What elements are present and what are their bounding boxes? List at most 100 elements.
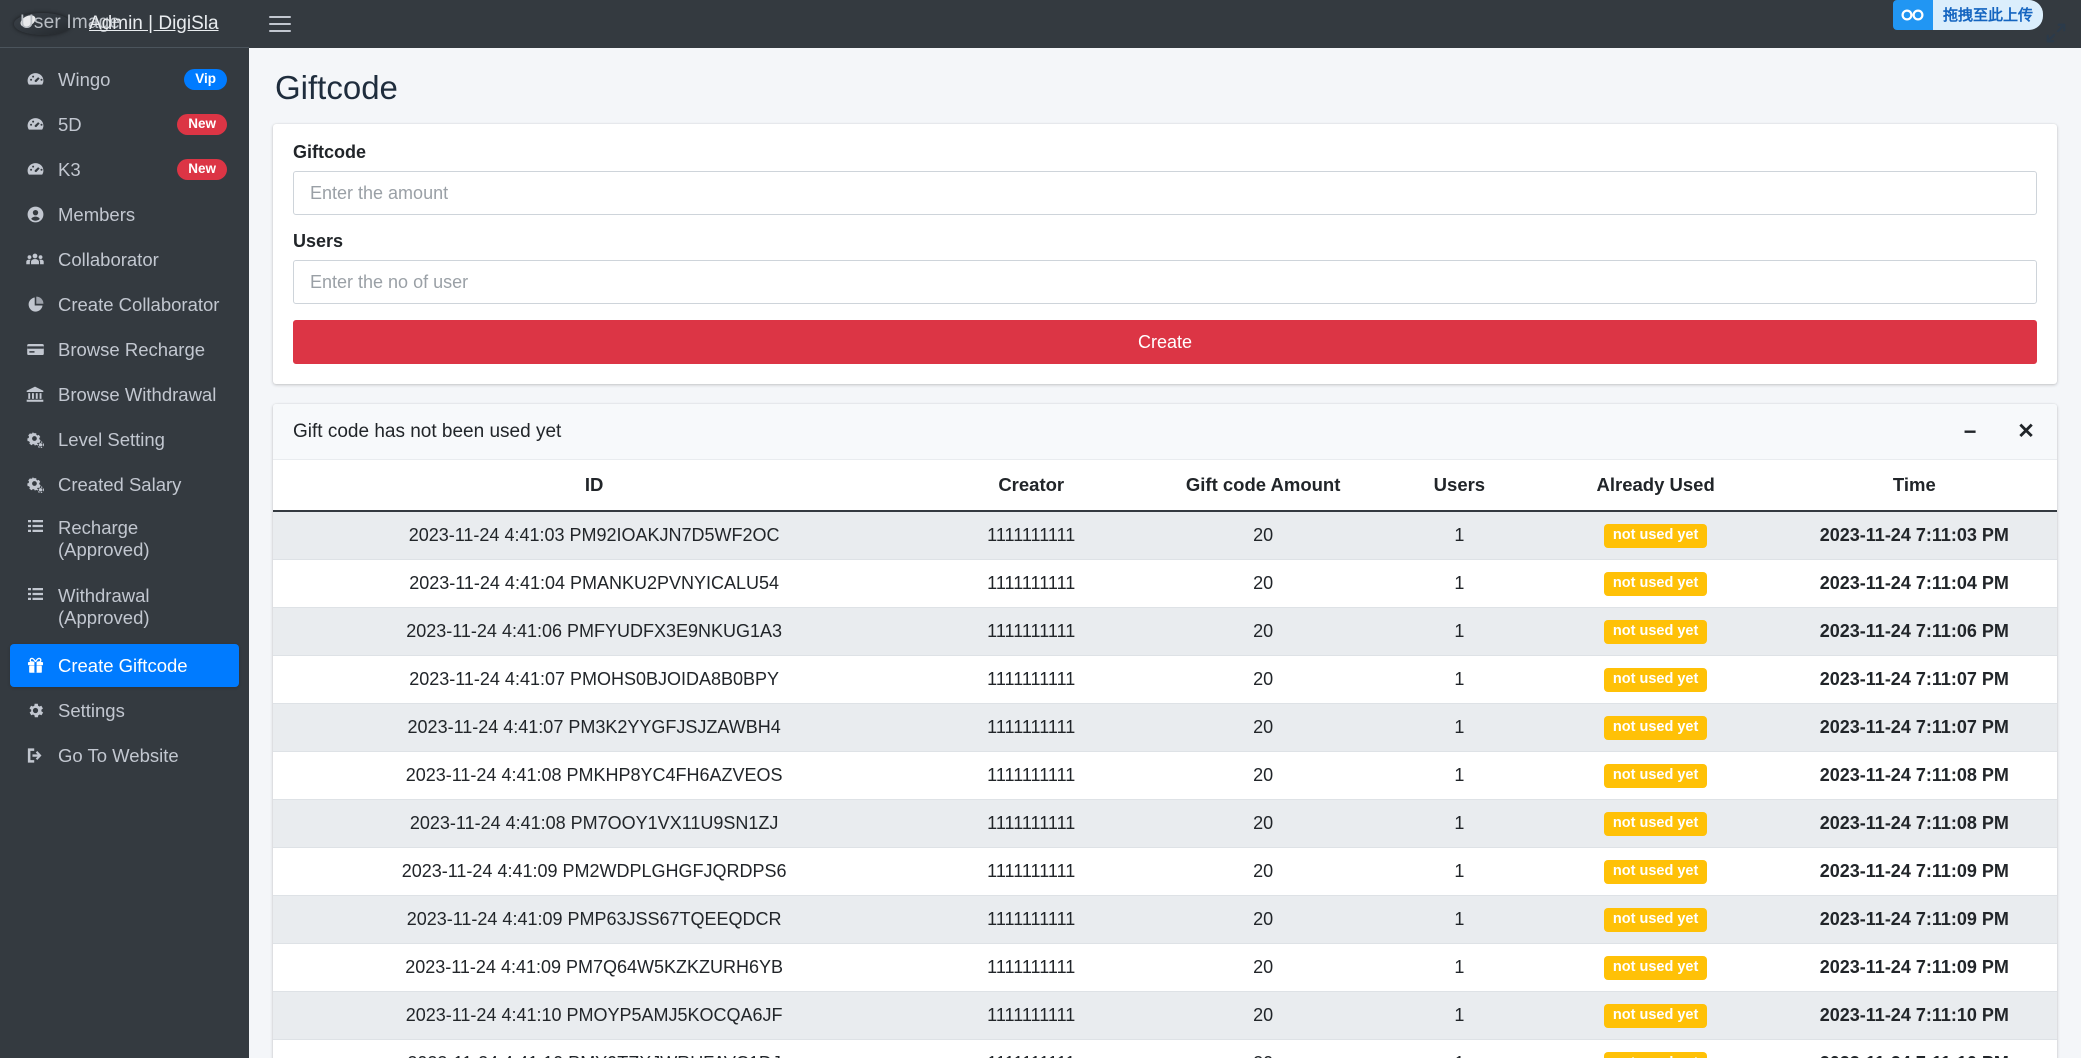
cell-creator: 1111111111 xyxy=(915,895,1147,943)
cell-id: 2023-11-24 4:41:10 PMY9TZXJWRUFAVC1DJ xyxy=(273,1039,915,1058)
cell-already-used: not used yet xyxy=(1540,656,1772,704)
create-button[interactable]: Create xyxy=(293,320,2037,364)
sidebar-badge-new: New xyxy=(177,159,227,180)
giftcode-input[interactable] xyxy=(293,171,2037,215)
sidebar-item-level-setting[interactable]: Level Setting xyxy=(10,418,239,461)
cell-users: 1 xyxy=(1379,991,1540,1039)
sidebar-item-create-collaborator[interactable]: Create Collaborator xyxy=(10,283,239,326)
cell-already-used: not used yet xyxy=(1540,847,1772,895)
brand-title: Admin | DigiSla xyxy=(89,13,219,35)
users-label: Users xyxy=(293,231,2037,252)
card-title: Gift code has not been used yet xyxy=(293,421,1959,443)
table-row: 2023-11-24 4:41:10 PMY9TZXJWRUFAVC1DJ111… xyxy=(273,1039,2057,1058)
status-badge: not used yet xyxy=(1604,860,1707,884)
upload-chip-label: 拖拽至此上传 xyxy=(1933,0,2043,30)
cell-already-used: not used yet xyxy=(1540,560,1772,608)
minus-icon[interactable]: − xyxy=(1959,421,1981,443)
cell-time: 2023-11-24 7:11:09 PM xyxy=(1772,847,2057,895)
cell-users: 1 xyxy=(1379,751,1540,799)
cell-time: 2023-11-24 7:11:04 PM xyxy=(1772,560,2057,608)
cell-already-used: not used yet xyxy=(1540,751,1772,799)
sidebar-item-browse-recharge[interactable]: Browse Recharge xyxy=(10,328,239,371)
sidebar-item-withdrawal-approved[interactable]: Withdrawal (Approved) xyxy=(10,576,239,642)
table-row: 2023-11-24 4:41:09 PMP63JSS67TQEEQDCR111… xyxy=(273,895,2057,943)
sign-out-icon xyxy=(22,746,48,765)
sidebar-item-create-giftcode[interactable]: Create Giftcode xyxy=(10,644,239,687)
sidebar-item-created-salary[interactable]: Created Salary xyxy=(10,463,239,506)
cell-already-used: not used yet xyxy=(1540,704,1772,752)
close-icon[interactable]: ✕ xyxy=(2015,421,2037,443)
column-header-id: ID xyxy=(273,460,915,511)
sidebar-item-settings[interactable]: Settings xyxy=(10,689,239,732)
content-area: Giftcode Users Create Gift code has not … xyxy=(249,124,2081,1058)
giftcode-field-group: Giftcode xyxy=(293,142,2037,215)
sidebar-item-k3[interactable]: K3 New xyxy=(10,148,239,191)
sidebar-item-label: Go To Website xyxy=(58,745,227,767)
status-badge: not used yet xyxy=(1604,524,1707,548)
status-badge: not used yet xyxy=(1604,1052,1707,1058)
cell-time: 2023-11-24 7:11:10 PM xyxy=(1772,991,2057,1039)
main-area: Giftcode Giftcode Users Create xyxy=(249,0,2081,1058)
cell-id: 2023-11-24 4:41:07 PMOHS0BJOIDA8B0BPY xyxy=(273,656,915,704)
cell-already-used: not used yet xyxy=(1540,1039,1772,1058)
status-badge: not used yet xyxy=(1604,812,1707,836)
sidebar-item-label: K3 xyxy=(58,159,169,181)
cell-id: 2023-11-24 4:41:08 PMKHP8YC4FH6AZVEOS xyxy=(273,751,915,799)
sidebar-item-wingo[interactable]: WingoVip xyxy=(10,58,239,101)
page-header: Giftcode xyxy=(249,48,2081,124)
cell-id: 2023-11-24 4:41:09 PM2WDPLGHGFJQRDPS6 xyxy=(273,847,915,895)
sidebar-item-go-to-website[interactable]: Go To Website xyxy=(10,734,239,777)
gift-icon xyxy=(22,656,48,675)
hamburger-icon[interactable] xyxy=(269,16,291,32)
cell-id: 2023-11-24 4:41:09 PMP63JSS67TQEEQDCR xyxy=(273,895,915,943)
tachometer-icon xyxy=(22,70,48,89)
cell-amount: 20 xyxy=(1147,847,1379,895)
cell-creator: 1111111111 xyxy=(915,751,1147,799)
status-badge: not used yet xyxy=(1604,620,1707,644)
cell-creator: 1111111111 xyxy=(915,991,1147,1039)
users-field-group: Users xyxy=(293,231,2037,304)
brand-header[interactable]: User Image Admin | DigiSla xyxy=(0,0,249,48)
cell-amount: 20 xyxy=(1147,943,1379,991)
cell-creator: 1111111111 xyxy=(915,560,1147,608)
column-header-gift-code-amount: Gift code Amount xyxy=(1147,460,1379,511)
cell-amount: 20 xyxy=(1147,991,1379,1039)
sidebar-item-label: 5D xyxy=(58,114,169,136)
cell-creator: 1111111111 xyxy=(915,1039,1147,1058)
status-badge: not used yet xyxy=(1604,764,1707,788)
cell-users: 1 xyxy=(1379,656,1540,704)
table-row: 2023-11-24 4:41:07 PMOHS0BJOIDA8B0BPY111… xyxy=(273,656,2057,704)
cell-id: 2023-11-24 4:41:09 PM7Q64W5KZKZURH6YB xyxy=(273,943,915,991)
pie-chart-icon xyxy=(22,295,48,314)
sidebar-item-browse-withdrawal[interactable]: Browse Withdrawal xyxy=(10,373,239,416)
cell-amount: 20 xyxy=(1147,799,1379,847)
table-row: 2023-11-24 4:41:07 PM3K2YYGFJSJZAWBH4111… xyxy=(273,704,2057,752)
cell-time: 2023-11-24 7:11:09 PM xyxy=(1772,895,2057,943)
cell-creator: 1111111111 xyxy=(915,511,1147,559)
users-input[interactable] xyxy=(293,260,2037,304)
cell-id: 2023-11-24 4:41:07 PM3K2YYGFJSJZAWBH4 xyxy=(273,704,915,752)
status-badge: not used yet xyxy=(1604,956,1707,980)
cell-users: 1 xyxy=(1379,895,1540,943)
sidebar-item-label: Created Salary xyxy=(58,474,227,496)
sidebar-item-recharge-approved[interactable]: Recharge (Approved) xyxy=(10,508,239,574)
cell-amount: 20 xyxy=(1147,1039,1379,1058)
cell-users: 1 xyxy=(1379,704,1540,752)
expand-arrows-icon[interactable] xyxy=(2045,22,2067,44)
sidebar-item-members[interactable]: Members xyxy=(10,193,239,236)
sidebar-item-label: Browse Withdrawal xyxy=(58,384,227,406)
table-row: 2023-11-24 4:41:03 PM92IOAKJN7D5WF2OC111… xyxy=(273,511,2057,559)
sidebar-badge-new: New xyxy=(177,114,227,135)
cell-already-used: not used yet xyxy=(1540,943,1772,991)
table-row: 2023-11-24 4:41:09 PM2WDPLGHGFJQRDPS6111… xyxy=(273,847,2057,895)
sidebar-item-label: Collaborator xyxy=(58,249,227,271)
sidebar-item-collaborator[interactable]: Collaborator xyxy=(10,238,239,281)
giftcode-form-card: Giftcode Users Create xyxy=(273,124,2057,384)
upload-chip[interactable]: 拖拽至此上传 xyxy=(1893,0,2043,30)
sidebar-item-5d[interactable]: 5D New xyxy=(10,103,239,146)
status-badge: not used yet xyxy=(1604,716,1707,740)
cell-already-used: not used yet xyxy=(1540,511,1772,559)
sidebar-item-label: Recharge (Approved) xyxy=(58,517,227,561)
column-header-time: Time xyxy=(1772,460,2057,511)
cogs-icon xyxy=(22,475,48,494)
